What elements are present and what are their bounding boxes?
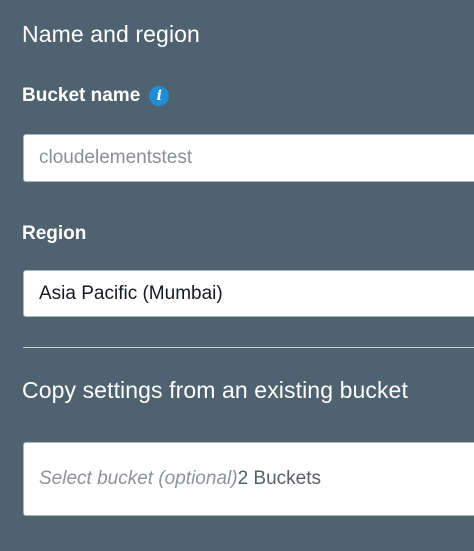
bucket-name-label: Bucket name [22, 85, 141, 106]
copy-settings-bucket-select[interactable]: Select bucket (optional) 2 Buckets [23, 442, 474, 516]
region-select[interactable]: Asia Pacific (Mumbai) [23, 270, 474, 317]
create-bucket-panel: Name and region Bucket name i Region Asi… [0, 0, 474, 551]
section-divider [23, 347, 474, 348]
section-title-copy-settings: Copy settings from an existing bucket [22, 377, 408, 403]
bucket-count: 2 Buckets [237, 468, 321, 489]
section-title-name-and-region: Name and region [22, 21, 200, 47]
select-bucket-placeholder: Select bucket (optional) [39, 468, 238, 489]
region-selected-value: Asia Pacific (Mumbai) [39, 282, 223, 304]
region-label: Region [22, 223, 87, 244]
bucket-name-input[interactable] [23, 134, 474, 182]
bucket-name-label-row: Bucket name i [22, 85, 170, 107]
info-icon[interactable]: i [149, 86, 170, 106]
